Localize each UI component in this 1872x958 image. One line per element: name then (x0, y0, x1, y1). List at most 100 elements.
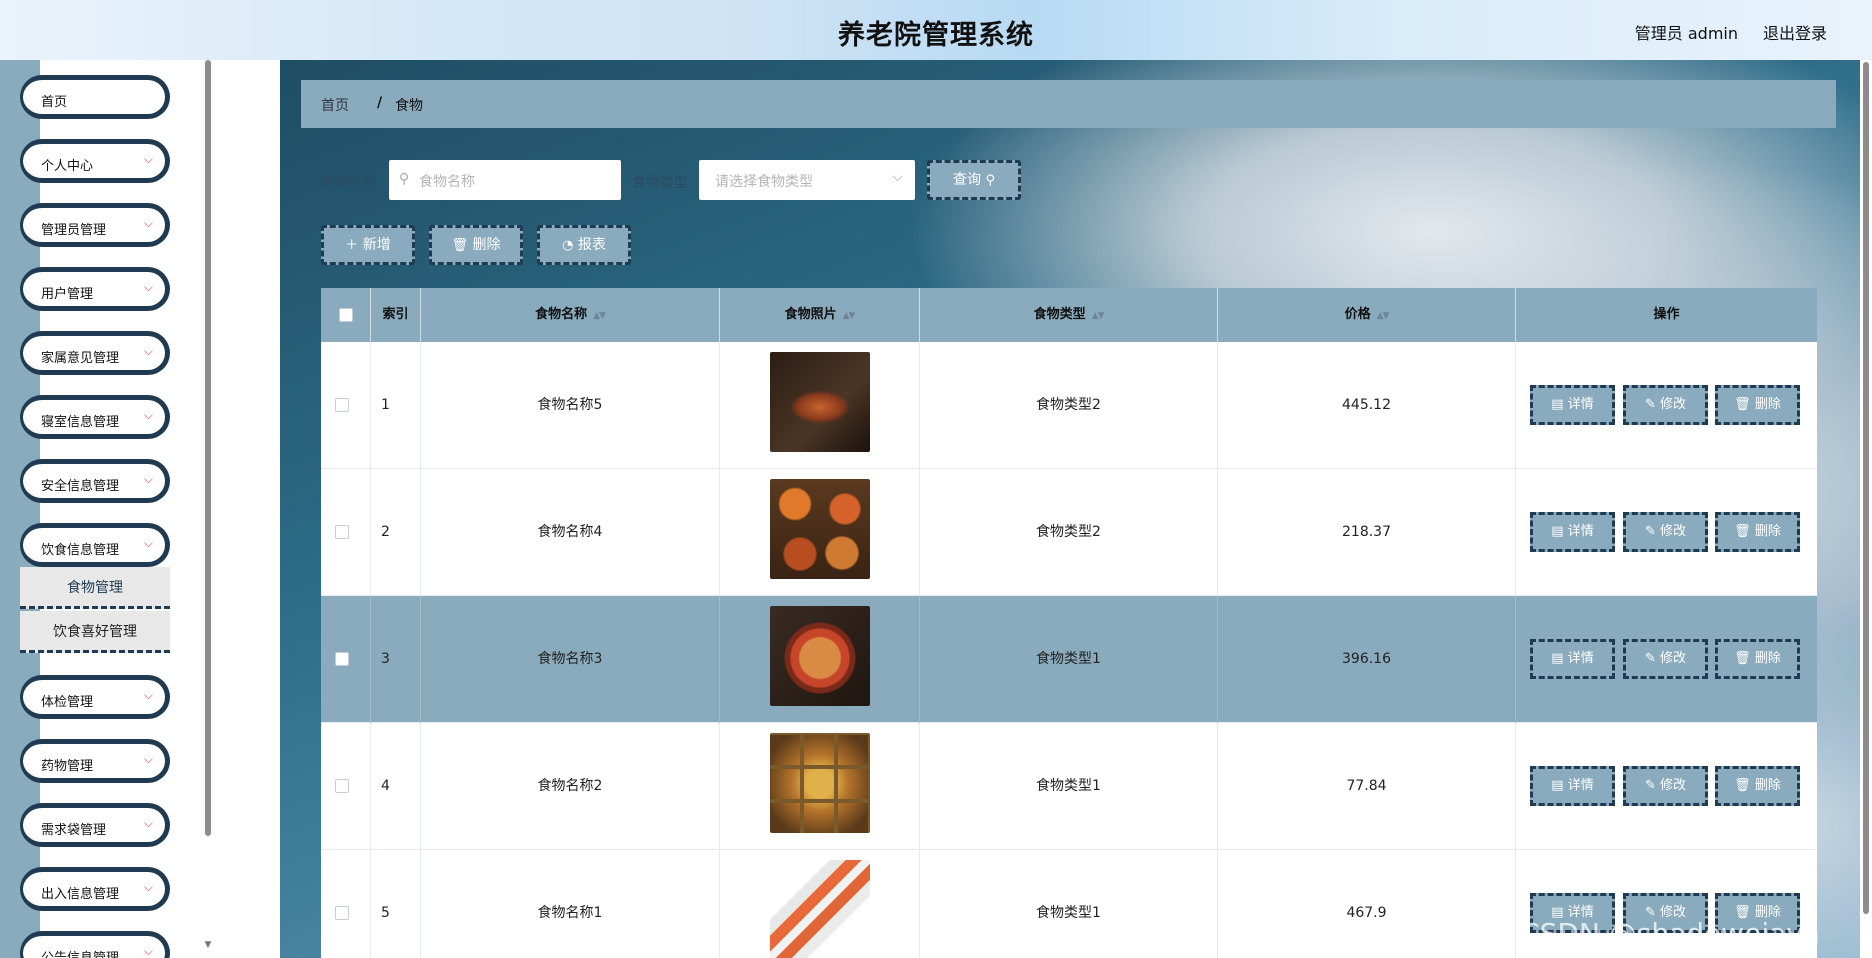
trash-icon: 🗑 (1734, 651, 1751, 666)
row-checkbox[interactable] (335, 525, 349, 539)
edit-button-label: 修改 (1660, 778, 1687, 793)
sidebar-item-safety[interactable]: 安全信息管理 ⌵ (20, 459, 170, 503)
batch-delete-button[interactable]: 🗑 删除 (429, 225, 523, 265)
sidebar-item-admins[interactable]: 管理员管理 ⌵ (20, 203, 170, 247)
sidebar-item-users[interactable]: 用户管理 ⌵ (20, 267, 170, 311)
food-name-input[interactable]: ⚲ 食物名称 (389, 160, 621, 200)
pie-chart-icon: ◔ (562, 238, 574, 253)
row-actions: ▤ 详情 ✎ 修改 🗑 删除 (1516, 723, 1817, 850)
sidebar-item-needs[interactable]: 需求袋管理 ⌵ (20, 803, 170, 847)
row-select-cell (321, 342, 371, 469)
sidebar-item-checkup[interactable]: 体检管理 ⌵ (20, 675, 170, 719)
document-icon: ▤ (1551, 524, 1564, 539)
edit-button[interactable]: ✎ 修改 (1623, 766, 1708, 806)
scroll-down-arrow-icon[interactable]: ▼ (203, 940, 213, 950)
report-button-label: 报表 (577, 237, 606, 253)
header-food-photo[interactable]: 食物照片 ▲▼ (720, 288, 920, 342)
batch-delete-button-label: 删除 (472, 237, 501, 253)
sort-icon[interactable]: ▲▼ (1377, 311, 1390, 321)
search-icon: ⚲ (985, 173, 995, 188)
sidebar-item-announcements[interactable]: 公告信息管理 ⌵ (20, 931, 170, 958)
header-actions: 操作 (1653, 307, 1680, 322)
sort-icon[interactable]: ▲▼ (843, 311, 856, 321)
main-scroll-thumb[interactable] (1863, 62, 1869, 914)
document-icon: ▤ (1551, 778, 1564, 793)
detail-button[interactable]: ▤ 详情 (1530, 766, 1615, 806)
row-index: 1 (371, 342, 421, 469)
row-food-name: 食物名称2 (421, 723, 720, 850)
row-food-name: 食物名称5 (421, 342, 720, 469)
app-header: 养老院管理系统 管理员 admin 退出登录 (0, 0, 1872, 60)
sidebar: 首页 个人中心 ⌵ 管理员管理 ⌵ 用户管理 ⌵ 家属意见管理 ⌵ 寝室信息管理… (0, 60, 215, 958)
row-price: 218.37 (1218, 469, 1516, 596)
add-button-label: 新增 (362, 237, 391, 253)
row-photo-cell (720, 596, 920, 723)
delete-button[interactable]: 🗑 删除 (1715, 766, 1800, 806)
trash-icon: 🗑 (451, 238, 469, 253)
delete-button-label: 删除 (1754, 778, 1781, 793)
edit-button-label: 修改 (1660, 397, 1687, 412)
sidebar-scroll-thumb[interactable] (205, 60, 211, 836)
row-food-type: 食物类型2 (920, 342, 1218, 469)
sidebar-item-label: 体检管理 (41, 695, 94, 710)
sidebar-item-entry-exit[interactable]: 出入信息管理 ⌵ (20, 867, 170, 911)
row-actions: ▤ 详情 ✎ 修改 🗑 删除 (1516, 469, 1817, 596)
row-select-cell (321, 596, 371, 723)
sidebar-item-family-feedback[interactable]: 家属意见管理 ⌵ (20, 331, 170, 375)
breadcrumb-current: 食物 (395, 98, 423, 114)
row-index: 2 (371, 469, 421, 596)
delete-button[interactable]: 🗑 删除 (1715, 639, 1800, 679)
table-row: 2 食物名称4 食物类型2 218.37 ▤ 详情 ✎ 修改 🗑 删除 (321, 469, 1817, 596)
food-photo[interactable] (770, 352, 870, 452)
report-button[interactable]: ◔ 报表 (537, 225, 631, 265)
breadcrumb-home[interactable]: 首页 (321, 95, 349, 115)
search-icon: ⚲ (399, 171, 410, 187)
food-photo[interactable] (770, 733, 870, 833)
row-checkbox[interactable] (335, 398, 349, 412)
edit-button[interactable]: ✎ 修改 (1623, 639, 1708, 679)
sidebar-subitem-diet-preference[interactable]: 饮食喜好管理 (20, 611, 170, 653)
detail-button[interactable]: ▤ 详情 (1530, 385, 1615, 425)
delete-button[interactable]: 🗑 删除 (1715, 385, 1800, 425)
add-button[interactable]: ＋ 新增 (321, 225, 415, 265)
sidebar-item-medicine[interactable]: 药物管理 ⌵ (20, 739, 170, 783)
logout-link[interactable]: 退出登录 (1763, 20, 1827, 44)
edit-button-label: 修改 (1660, 524, 1687, 539)
chevron-down-icon: ⌵ (143, 880, 153, 894)
select-all-cell (321, 288, 371, 342)
sidebar-item-home[interactable]: 首页 (20, 75, 170, 119)
sidebar-item-label: 安全信息管理 (41, 479, 120, 494)
row-index: 5 (371, 850, 421, 958)
food-table: 索引 食物名称 ▲▼ 食物照片 ▲▼ 食物类型 ▲▼ 价格 ▲▼ 操作 1 食物名称5 … (321, 288, 1817, 958)
sidebar-subitem-food[interactable]: 食物管理 (20, 567, 170, 609)
row-checkbox[interactable] (335, 906, 349, 920)
food-photo[interactable] (770, 479, 870, 579)
row-checkbox[interactable] (335, 779, 349, 793)
edit-button[interactable]: ✎ 修改 (1623, 512, 1708, 552)
header-price-label: 价格 (1344, 307, 1371, 322)
food-photo[interactable] (770, 606, 870, 706)
food-photo[interactable] (770, 860, 870, 958)
sidebar-item-profile[interactable]: 个人中心 ⌵ (20, 139, 170, 183)
detail-button[interactable]: ▤ 详情 (1530, 512, 1615, 552)
header-price[interactable]: 价格 ▲▼ (1218, 288, 1516, 342)
query-button[interactable]: 查询 ⚲ (927, 160, 1021, 200)
food-type-select[interactable]: 请选择食物类型 ⌵ (699, 160, 915, 200)
chevron-down-icon: ⌵ (143, 688, 153, 702)
select-all-checkbox[interactable] (339, 308, 353, 322)
detail-button[interactable]: ▤ 详情 (1530, 639, 1615, 679)
main-scrollbar[interactable] (1860, 60, 1872, 958)
row-index: 3 (371, 596, 421, 723)
sidebar-item-diet[interactable]: 饮食信息管理 ⌵ (20, 523, 170, 567)
delete-button[interactable]: 🗑 删除 (1715, 512, 1800, 552)
sidebar-item-label: 出入信息管理 (41, 887, 120, 902)
header-food-name[interactable]: 食物名称 ▲▼ (421, 288, 720, 342)
sort-icon[interactable]: ▲▼ (1092, 311, 1105, 321)
sort-icon[interactable]: ▲▼ (593, 311, 606, 321)
edit-button[interactable]: ✎ 修改 (1623, 385, 1708, 425)
chevron-down-icon: ⌵ (143, 344, 153, 358)
row-photo-cell (720, 723, 920, 850)
sidebar-item-dormitory[interactable]: 寝室信息管理 ⌵ (20, 395, 170, 439)
header-food-type[interactable]: 食物类型 ▲▼ (920, 288, 1218, 342)
row-checkbox[interactable] (335, 652, 349, 666)
